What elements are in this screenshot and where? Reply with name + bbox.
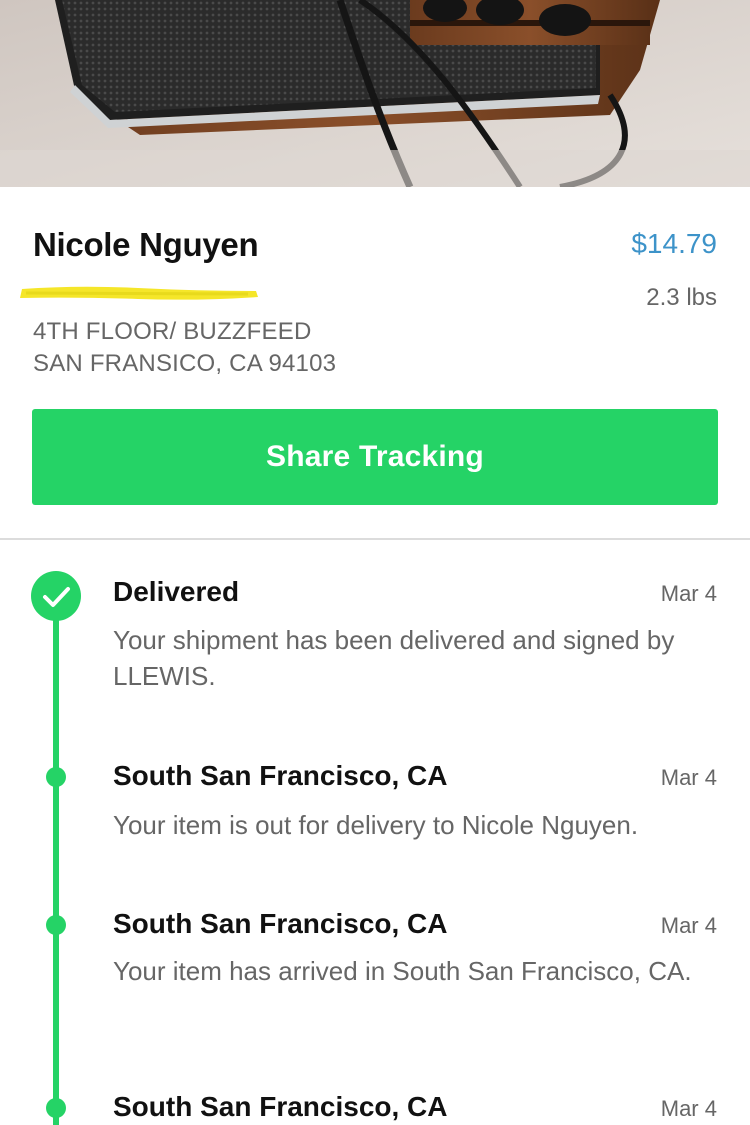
timeline-event-date: Mar 4 <box>660 913 717 938</box>
timeline-dot <box>46 1098 66 1118</box>
timeline-event-date: Mar 4 <box>660 581 717 606</box>
timeline-event-date: Mar 4 <box>660 1096 717 1121</box>
share-tracking-button[interactable]: Share Tracking <box>32 409 718 505</box>
timeline-event-description: Your shipment has been delivered and sig… <box>113 625 675 691</box>
check-icon <box>31 571 81 621</box>
timeline-event-title: South San Francisco, CA <box>113 908 448 939</box>
redacted-tracking-number <box>18 283 260 305</box>
product-photo <box>0 0 750 187</box>
timeline-event-title: South San Francisco, CA <box>113 760 448 791</box>
address-line-2: SAN FRANSICO, CA 94103 <box>33 350 337 377</box>
timeline-dot <box>46 915 66 935</box>
timeline-event-date: Mar 4 <box>660 765 717 790</box>
shipping-price: $14.79 <box>631 228 717 259</box>
timeline-line <box>53 600 59 1125</box>
timeline-event-title: South San Francisco, CA <box>113 1091 448 1122</box>
timeline-event-title: Delivered <box>113 576 240 607</box>
timeline-dot <box>46 767 66 787</box>
timeline-event-description: Your item is out for delivery to Nicole … <box>113 810 639 840</box>
timeline-event-description: Your item has arrived in South San Franc… <box>113 956 692 986</box>
section-divider <box>0 538 750 540</box>
package-weight: 2.3 lbs <box>646 284 717 311</box>
address-line-1: 4TH FLOOR/ BUZZFEED <box>33 318 312 345</box>
recipient-name: Nicole Nguyen <box>33 226 259 263</box>
